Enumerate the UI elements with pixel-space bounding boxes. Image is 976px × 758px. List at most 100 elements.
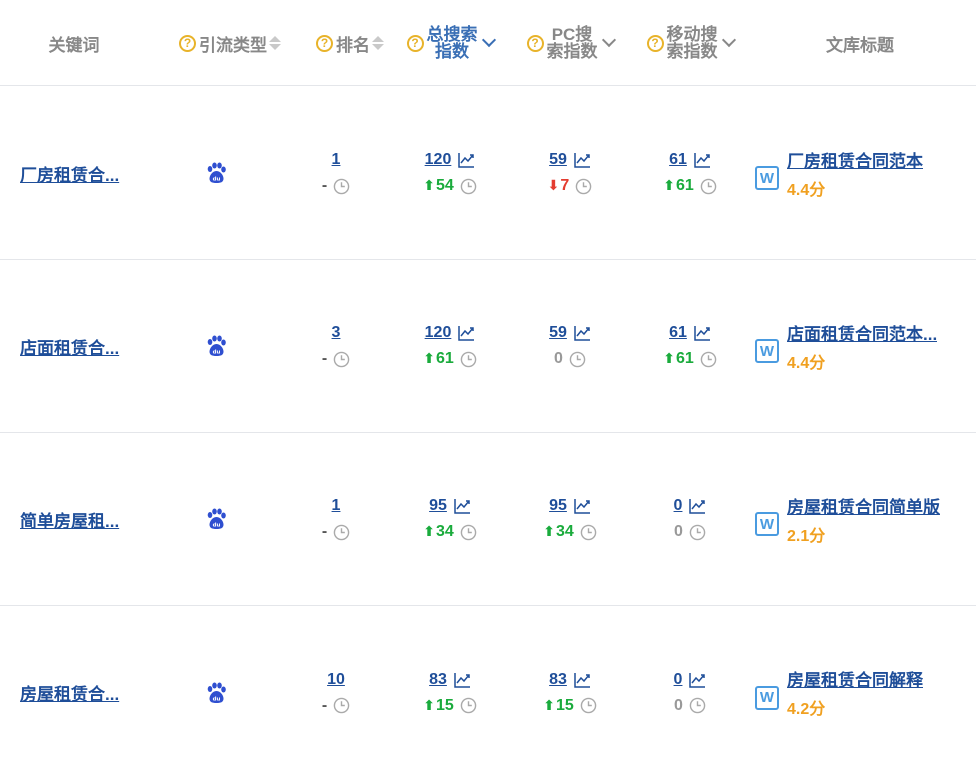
clock-icon[interactable] <box>580 697 597 714</box>
col-total-index-label: 总搜索 指数 <box>427 26 478 60</box>
doc-title-link[interactable]: 房屋租赁合同简单版 <box>787 493 940 518</box>
mobile-index-change: 0 <box>674 523 683 541</box>
trend-chart-icon[interactable] <box>453 671 471 689</box>
arrow-up-icon: ⬆ <box>423 523 435 539</box>
clock-icon[interactable] <box>333 178 350 195</box>
pc-index-link[interactable]: 59 <box>549 151 567 169</box>
col-traffic-type[interactable]: ? 引流类型 <box>170 0 290 86</box>
trend-chart-icon[interactable] <box>693 151 711 169</box>
clock-icon[interactable] <box>575 178 592 195</box>
pc-index-change: ⬇7 <box>548 177 570 195</box>
total-index-link[interactable]: 95 <box>429 497 447 515</box>
arrow-down-icon: ⬇ <box>547 177 560 193</box>
keyword-link[interactable]: 店面租赁合... <box>20 334 119 359</box>
clock-icon[interactable] <box>460 524 477 541</box>
help-icon[interactable]: ? <box>646 34 664 52</box>
clock-icon[interactable] <box>460 351 477 368</box>
help-icon[interactable]: ? <box>406 34 424 52</box>
keyword-cell: 店面租赁合... <box>20 260 140 432</box>
pc-index-cell: 83 ⬆15 <box>520 606 620 758</box>
rank-link[interactable]: 1 <box>332 151 341 169</box>
total-index-change-value: 34 <box>435 523 454 540</box>
sort-icon[interactable] <box>372 36 384 50</box>
word-doc-icon: W <box>755 685 779 710</box>
doc-title-link[interactable]: 店面租赁合同范本... <box>787 320 937 345</box>
col-mobile-index-label-line2: 索指数 <box>666 42 718 61</box>
col-total-index[interactable]: ? 总搜索 指数 <box>400 0 500 86</box>
clock-icon[interactable] <box>580 524 597 541</box>
pc-index-link[interactable]: 59 <box>549 324 567 342</box>
trend-chart-icon[interactable] <box>453 497 471 515</box>
clock-icon[interactable] <box>333 524 350 541</box>
clock-icon[interactable] <box>569 351 586 368</box>
table-row: 简单房屋租... du 1 - 95 ⬆34 95 ⬆34 0 0 W 房屋租赁… <box>0 433 976 606</box>
arrow-up-icon: ⬆ <box>543 523 555 539</box>
clock-icon[interactable] <box>689 697 706 714</box>
keyword-cell: 厂房租赁合... <box>20 87 140 259</box>
rank-change: - <box>321 523 328 540</box>
mobile-index-link[interactable]: 61 <box>669 151 687 169</box>
chevron-down-icon[interactable] <box>481 32 496 48</box>
total-index-link[interactable]: 120 <box>425 151 452 169</box>
col-mobile-index-label-line1: 移动搜 <box>666 25 718 44</box>
clock-icon[interactable] <box>333 697 350 714</box>
arrow-up-icon: ⬆ <box>423 350 435 366</box>
mobile-index-link[interactable]: 61 <box>669 324 687 342</box>
baidu-paw-icon: du <box>207 335 226 356</box>
clock-icon[interactable] <box>333 351 350 368</box>
chevron-down-icon[interactable] <box>601 32 616 48</box>
clock-icon[interactable] <box>700 178 717 195</box>
help-icon[interactable]: ? <box>526 34 544 52</box>
table-row: 房屋租赁合... du 10 - 83 ⬆15 83 ⬆15 0 0 W 房屋租… <box>0 606 976 758</box>
col-pc-index[interactable]: ? PC搜 索指数 <box>520 0 620 86</box>
keyword-link[interactable]: 房屋租赁合... <box>20 680 119 705</box>
total-index-link[interactable]: 120 <box>425 324 452 342</box>
mobile-index-cell: 0 0 <box>640 606 740 758</box>
trend-chart-icon[interactable] <box>688 671 706 689</box>
trend-chart-icon[interactable] <box>573 151 591 169</box>
col-rank[interactable]: ? 排名 <box>310 0 390 86</box>
clock-icon[interactable] <box>460 178 477 195</box>
rank-link[interactable]: 10 <box>327 671 345 689</box>
total-index-cell: 95 ⬆34 <box>400 433 500 605</box>
mobile-index-link[interactable]: 0 <box>674 671 683 689</box>
trend-chart-icon[interactable] <box>693 324 711 342</box>
trend-chart-icon[interactable] <box>573 671 591 689</box>
help-icon[interactable]: ? <box>316 34 333 52</box>
clock-icon[interactable] <box>460 697 477 714</box>
trend-chart-icon[interactable] <box>573 497 591 515</box>
sort-icon[interactable] <box>269 36 281 50</box>
pc-index-cell: 95 ⬆34 <box>520 433 620 605</box>
doc-score: 4.2分 <box>787 701 826 718</box>
keyword-link[interactable]: 厂房租赁合... <box>20 161 119 186</box>
keyword-link[interactable]: 简单房屋租... <box>20 507 119 532</box>
rank-cell: 10 - <box>296 606 376 758</box>
pc-index-change: 0 <box>554 350 563 368</box>
doc-title-link[interactable]: 厂房租赁合同范本 <box>787 147 923 172</box>
total-index-link[interactable]: 83 <box>429 671 447 689</box>
rank-link[interactable]: 1 <box>332 497 341 515</box>
total-index-cell: 120 ⬆61 <box>400 260 500 432</box>
pc-index-link[interactable]: 95 <box>549 497 567 515</box>
col-mobile-index[interactable]: ? 移动搜 索指数 <box>640 0 740 86</box>
trend-chart-icon[interactable] <box>457 151 475 169</box>
trend-chart-icon[interactable] <box>573 324 591 342</box>
rank-change: - <box>321 696 328 714</box>
pc-index-link[interactable]: 83 <box>549 671 567 689</box>
trend-chart-icon[interactable] <box>457 324 475 342</box>
mobile-index-link[interactable]: 0 <box>674 497 683 515</box>
svg-text:du: du <box>213 350 221 356</box>
col-pc-index-label-line1: PC搜 <box>551 25 593 44</box>
clock-icon[interactable] <box>700 351 717 368</box>
doc-title-link[interactable]: 房屋租赁合同解释 <box>787 666 923 691</box>
mobile-index-change-value: 61 <box>675 177 694 194</box>
col-mobile-index-label: 移动搜 索指数 <box>667 26 718 60</box>
chevron-down-icon[interactable] <box>721 32 736 48</box>
trend-chart-icon[interactable] <box>688 497 706 515</box>
total-index-change-value: 54 <box>435 177 454 194</box>
svg-text:du: du <box>213 523 221 529</box>
col-keyword: 关键词 <box>20 0 128 86</box>
help-icon[interactable]: ? <box>179 34 196 52</box>
clock-icon[interactable] <box>689 524 706 541</box>
rank-link[interactable]: 3 <box>332 324 341 342</box>
